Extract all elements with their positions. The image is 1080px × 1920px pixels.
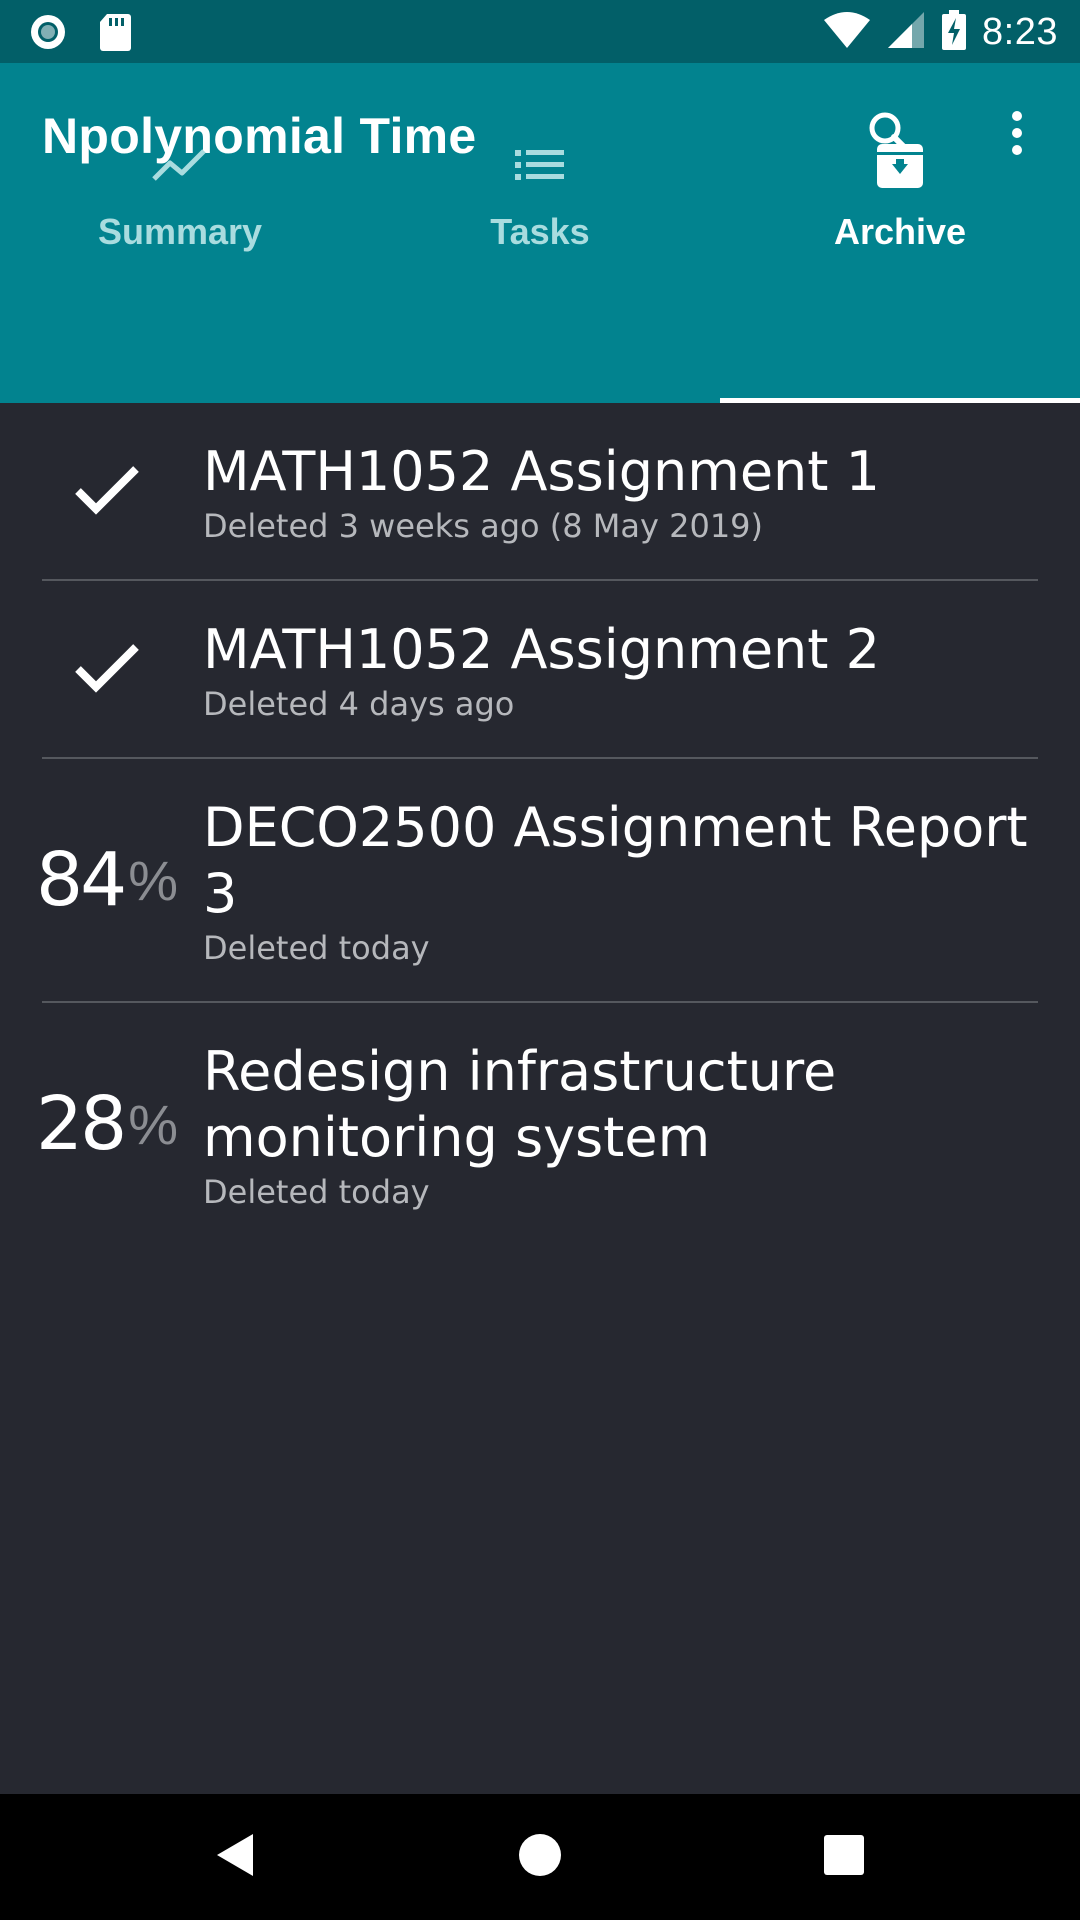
home-icon [517, 1832, 563, 1883]
percent-symbol: % [128, 1092, 178, 1156]
list-icon [513, 135, 567, 195]
wifi-icon [822, 10, 872, 55]
percent-symbol: % [128, 848, 178, 912]
battery-charging-icon [940, 9, 968, 56]
status-indicator [42, 403, 172, 579]
check-icon [72, 639, 142, 700]
list-item[interactable]: MATH1052 Assignment 2 Deleted 4 days ago [42, 581, 1038, 759]
recents-icon [823, 1834, 865, 1881]
check-icon [72, 461, 142, 522]
home-button[interactable] [510, 1827, 570, 1887]
progress-indicator: 84% [36, 759, 178, 1001]
archive-list: MATH1052 Assignment 1 Deleted 3 weeks ag… [0, 403, 1080, 1245]
progress-percent: 28 [36, 1081, 127, 1167]
tab-tasks-label: Tasks [490, 211, 590, 252]
status-indicator [42, 581, 172, 757]
list-item[interactable]: MATH1052 Assignment 1 Deleted 3 weeks ag… [42, 403, 1038, 581]
item-subtitle: Deleted today [203, 929, 430, 967]
status-bar: 8:23 [0, 0, 1080, 63]
recents-button[interactable] [814, 1827, 874, 1887]
progress-indicator: 28% [36, 1003, 178, 1245]
item-title: MATH1052 Assignment 1 [203, 440, 880, 503]
item-subtitle: Deleted 4 days ago [203, 685, 515, 723]
status-time: 8:23 [982, 11, 1058, 53]
item-subtitle: Deleted today [203, 1173, 430, 1211]
record-icon [28, 12, 68, 57]
tab-summary[interactable]: Summary [0, 63, 360, 403]
trending-up-icon [150, 135, 210, 195]
navigation-bar [0, 1794, 1080, 1920]
back-icon [213, 1830, 257, 1885]
sd-card-icon [98, 12, 132, 57]
back-button[interactable] [205, 1827, 265, 1887]
tab-bar: Summary Tasks Archive [0, 144, 1080, 403]
archive-icon [875, 135, 925, 195]
tab-archive-label: Archive [833, 211, 967, 252]
tab-summary-label: Summary [97, 211, 263, 252]
app-bar: Npolynomial Time Summary Tasks Archive [0, 63, 1080, 403]
progress-percent: 84 [36, 837, 127, 923]
tab-tasks[interactable]: Tasks [360, 63, 720, 403]
signal-icon [886, 10, 926, 55]
item-title: Redesign infrastructure monitoring syste… [203, 1040, 837, 1169]
list-item[interactable]: 84% DECO2500 Assignment Report 3 Deleted… [36, 759, 1038, 1003]
list-item[interactable]: 28% Redesign infrastructure monitoring s… [36, 1003, 1038, 1245]
item-subtitle: Deleted 3 weeks ago (8 May 2019) [203, 507, 764, 545]
item-title: DECO2500 Assignment Report 3 [203, 796, 1028, 925]
item-title: MATH1052 Assignment 2 [203, 618, 880, 681]
tab-archive[interactable]: Archive [720, 63, 1080, 403]
